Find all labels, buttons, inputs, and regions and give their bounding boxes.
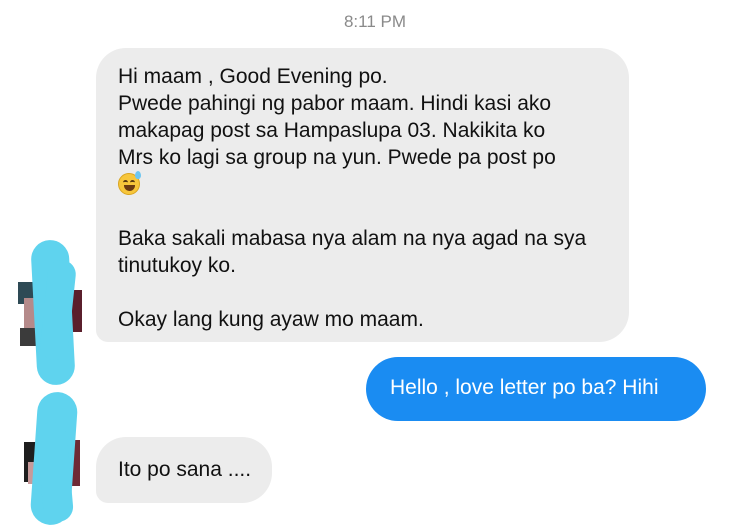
message-timestamp: 8:11 PM: [343, 12, 407, 31]
message-line: Baka sakali mabasa nya alam na nya agad …: [118, 227, 587, 250]
message-line: tinutukoy ko.: [118, 254, 236, 277]
message-line: makapag post sa Hampaslupa 03. Nakikita …: [118, 119, 546, 142]
outgoing-message-bubble[interactable]: Hello , love letter po ba? Hihi: [366, 357, 706, 421]
incoming-message-text: Ito po sana ....: [118, 458, 252, 481]
incoming-message-bubble[interactable]: Hi maam , Good Evening po. Pwede pahingi…: [96, 48, 629, 342]
sender-avatar-redacted[interactable]: [14, 240, 84, 385]
message-line: Pwede pahingi ng pabor maam. Hindi kasi …: [118, 92, 552, 115]
emoji-line: [118, 171, 611, 198]
message-line: Hi maam , Good Evening po.: [118, 65, 388, 88]
outgoing-message-text: Hello , love letter po ba? Hihi: [390, 376, 659, 399]
sender-avatar-redacted[interactable]: [14, 392, 84, 525]
incoming-message-bubble[interactable]: Ito po sana ....: [96, 437, 272, 503]
message-line: Okay lang kung ayaw mo maam.: [118, 308, 424, 331]
grinning-face-with-sweat-icon: [118, 171, 141, 195]
message-line: Mrs ko lagi sa group na yun. Pwede pa po…: [118, 146, 556, 169]
